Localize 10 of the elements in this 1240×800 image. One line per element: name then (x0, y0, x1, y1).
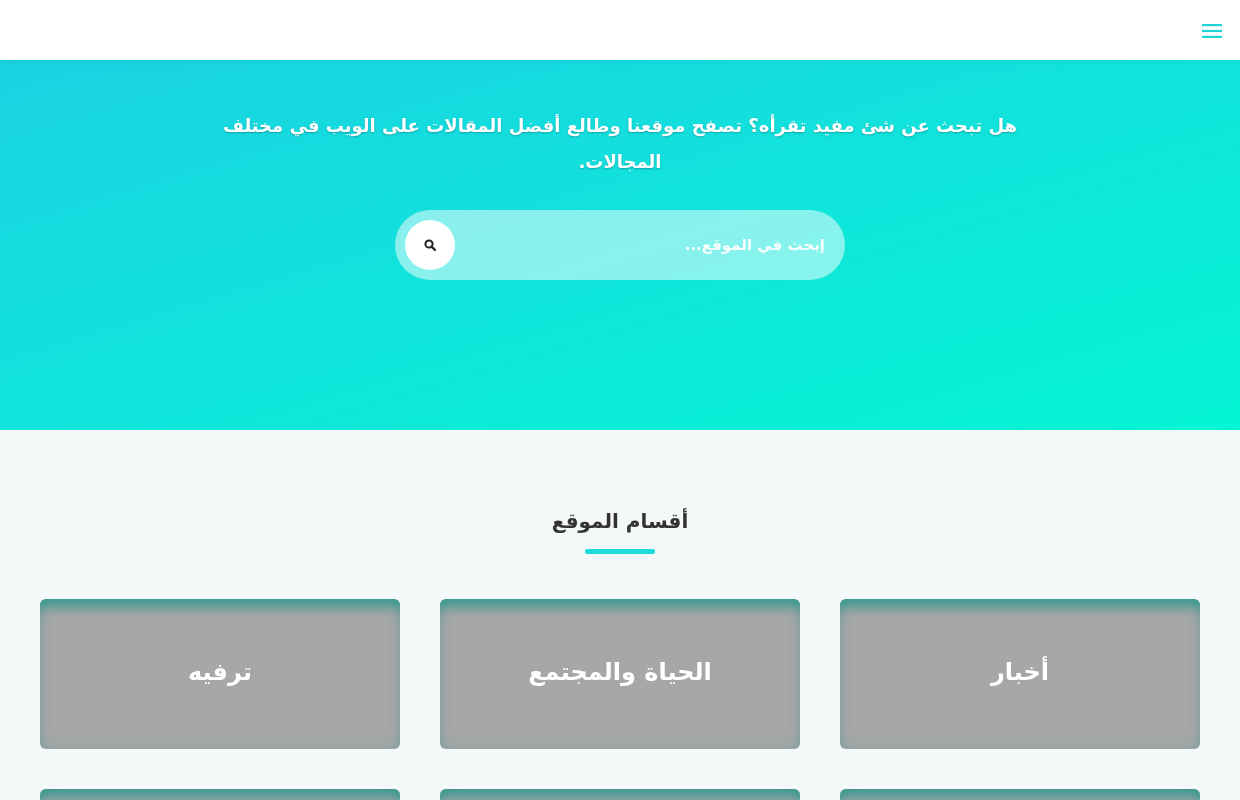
menu-icon (1202, 23, 1222, 38)
category-card[interactable]: ترفيه (40, 599, 400, 749)
search-input[interactable]: إبحث في الموقع... (465, 225, 825, 265)
hero-tagline: هل تبحث عن شئ مفيد تقرأه؟ تصفح موقعنا وطالع أفضل المقالات على الويب في مختلف المجالات. (221, 113, 1019, 174)
search-field[interactable]: إبحث في الموقع... (395, 210, 845, 280)
category-card[interactable]: أخبار (840, 599, 1200, 749)
section-title: أقسام الموقع (551, 507, 689, 535)
search-button[interactable] (405, 220, 455, 270)
search-icon (424, 239, 436, 251)
category-card[interactable]: الحياة والمجتمع (440, 599, 800, 749)
